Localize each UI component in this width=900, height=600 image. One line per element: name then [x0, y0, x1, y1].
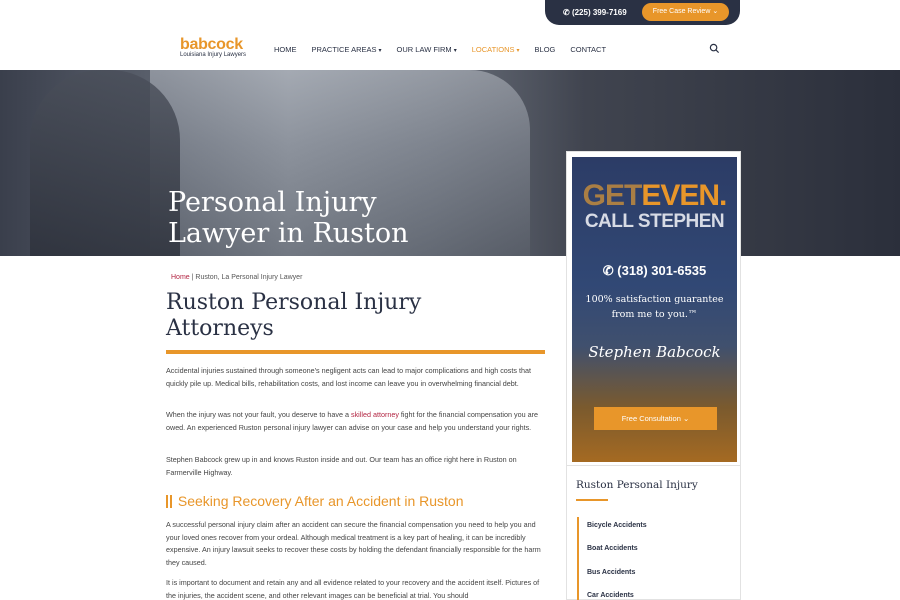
paragraph-2-text-start: When the injury was not your fault, you …: [166, 410, 351, 419]
sidebar-list-line: [577, 517, 579, 600]
page-title-line-2: Attorneys: [166, 316, 274, 341]
promo-banner: GETEVEN. CALL STEPHEN ✆ (318) 301-6535 1…: [572, 157, 737, 462]
hero-title: Personal Injury Lawyer in Ruston: [168, 187, 409, 249]
section-heading-text: Seeking Recovery After an Accident in Ru…: [177, 493, 464, 509]
hero-banner: Personal Injury Lawyer in Ruston: [0, 70, 900, 256]
heading-bar-icon: [170, 495, 172, 508]
sidebar-item-car-accidents[interactable]: Car Accidents: [587, 592, 634, 599]
logo-tagline: Louisiana Injury Lawyers: [180, 52, 247, 58]
sidebar-item-bicycle-accidents[interactable]: Bicycle Accidents: [587, 522, 647, 529]
header-phone[interactable]: ✆ (225) 399-7169: [563, 8, 627, 17]
intro-paragraph-1: Accidental injuries sustained through so…: [166, 366, 531, 388]
promo-get: GET: [582, 179, 643, 212]
free-consultation-button[interactable]: Free Consultation ⌄: [594, 407, 717, 430]
nav-home[interactable]: HOME: [274, 45, 297, 54]
site-header: babcock Louisiana Injury Lawyers HOME PR…: [0, 25, 900, 70]
promo-phone-number[interactable]: (318) 301-6535: [617, 263, 706, 278]
phone-icon: ✆: [602, 263, 618, 278]
site-logo[interactable]: babcock Louisiana Injury Lawyers: [180, 37, 246, 59]
section-paragraph-1: A successful personal injury claim after…: [166, 520, 541, 567]
sidebar-heading: Ruston Personal Injury: [576, 479, 698, 491]
chevron-down-icon: ⌄: [712, 8, 719, 15]
page-title: Ruston Personal Injury Attorneys: [166, 290, 546, 342]
signature: Stephen Babcock: [588, 343, 721, 361]
promo-guarantee: 100% satisfaction guarantee from me to y…: [585, 294, 724, 320]
nav-blog[interactable]: BLOG: [535, 45, 556, 54]
intro-paragraph-3: Stephen Babcock grew up in and knows Rus…: [166, 455, 517, 477]
hero-title-line-2: Lawyer in Ruston: [168, 218, 409, 249]
heading-bar-icon: [166, 495, 168, 508]
free-consultation-label: Free Consultation: [621, 414, 681, 423]
top-contact-bar: ✆ (225) 399-7169 Free Case Review ⌄: [545, 0, 740, 25]
promo-even: EVEN.: [641, 179, 727, 212]
chevron-down-icon: ▾: [378, 48, 382, 54]
sidebar-item-boat-accidents[interactable]: Boat Accidents: [587, 545, 638, 552]
skilled-attorney-link[interactable]: skilled attorney: [351, 410, 399, 419]
nav-practice-areas[interactable]: PRACTICE AREAS ▾: [312, 45, 382, 54]
sidebar-practice-list: Ruston Personal Injury Bicycle Accidents…: [566, 466, 741, 600]
header-phone-number[interactable]: (225) 399-7169: [572, 8, 627, 17]
hero-title-line-1: Personal Injury: [168, 187, 377, 218]
promo-phone[interactable]: ✆ (318) 301-6535: [572, 263, 737, 279]
logo-wordmark: babcock: [180, 36, 243, 53]
nav-contact[interactable]: CONTACT: [570, 45, 606, 54]
title-divider: [166, 350, 545, 354]
nav-locations[interactable]: LOCATIONS ▾: [472, 45, 520, 54]
breadcrumb-home-link[interactable]: Home: [171, 274, 190, 281]
promo-headline: GETEVEN. CALL STEPHEN: [572, 181, 737, 233]
chevron-down-icon: ▾: [453, 48, 457, 54]
section-paragraph-2: It is important to document and retain a…: [166, 578, 540, 600]
sidebar-promo-card: GETEVEN. CALL STEPHEN ✆ (318) 301-6535 1…: [566, 151, 741, 466]
free-case-review-button[interactable]: Free Case Review ⌄: [642, 3, 729, 21]
chevron-down-icon: ⌄: [683, 414, 690, 423]
search-icon[interactable]: [709, 43, 720, 54]
hero-person-image: [30, 70, 180, 256]
section-heading: Seeking Recovery After an Accident in Ru…: [166, 493, 464, 509]
intro-paragraph-2: When the injury was not your fault, you …: [166, 409, 546, 434]
promo-call-stephen: CALL STEPHEN: [584, 211, 725, 232]
sidebar-item-bus-accidents[interactable]: Bus Accidents: [587, 569, 635, 576]
breadcrumb: Home | Ruston, La Personal Injury Lawyer: [171, 274, 302, 281]
phone-icon: ✆: [563, 8, 572, 17]
main-nav: HOME PRACTICE AREAS ▾ OUR LAW FIRM ▾ LOCAT…: [274, 45, 621, 54]
sidebar-heading-divider: [576, 499, 608, 501]
chevron-down-icon: ▾: [516, 48, 520, 54]
page-title-line-1: Ruston Personal Injury: [166, 290, 422, 315]
breadcrumb-current: Ruston, La Personal Injury Lawyer: [195, 274, 303, 281]
free-case-review-label: Free Case Review: [652, 8, 711, 15]
nav-our-law-firm[interactable]: OUR LAW FIRM ▾: [397, 45, 457, 54]
